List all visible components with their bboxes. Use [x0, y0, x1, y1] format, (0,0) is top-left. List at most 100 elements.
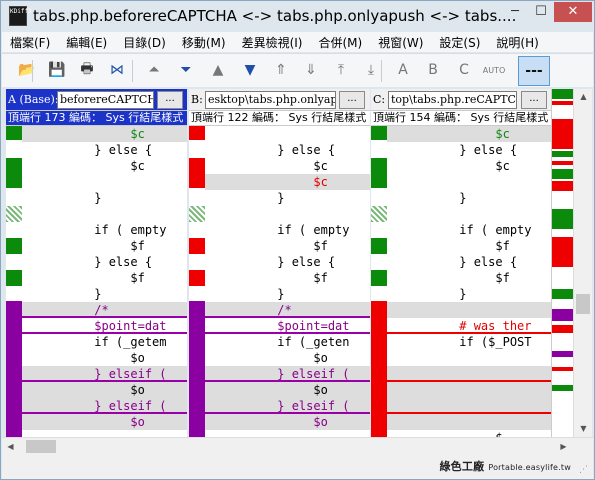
- pane-c-code[interactable]: $c } else { $c } if ( empty $f } else { …: [387, 126, 551, 437]
- open-icon[interactable]: 📂: [15, 58, 39, 82]
- pane-b-browse-button[interactable]: ...: [339, 91, 365, 109]
- pane-b-code[interactable]: } else { $c $c } if ( empty $f } else { …: [205, 126, 370, 437]
- watermark: 綠色工廠 Portable.easylife.tw: [439, 458, 571, 474]
- code-line: if (_getem: [22, 335, 167, 349]
- diff-overview-strip[interactable]: [551, 89, 574, 437]
- scroll-up-arrow-icon[interactable]: ▲: [574, 89, 593, 105]
- overview-marker: [552, 351, 574, 357]
- choose-a-icon[interactable]: A: [391, 58, 415, 82]
- go-prev-conflict-icon[interactable]: ⇑: [269, 58, 293, 82]
- choose-c-icon[interactable]: C: [452, 58, 476, 82]
- code-line: [387, 414, 551, 430]
- overview-marker: [552, 101, 574, 105]
- scroll-down-arrow-icon[interactable]: ▼: [574, 421, 593, 437]
- go-next-conflict-icon[interactable]: ⇓: [299, 58, 323, 82]
- scroll-right-arrow-icon[interactable]: ▶: [555, 438, 572, 455]
- menu-item-5[interactable]: 合併(M): [310, 32, 370, 52]
- vertical-scrollbar[interactable]: ▲ ▼: [573, 89, 592, 437]
- code-line: }: [387, 287, 467, 301]
- kdiff3-app-icon: KDiff3: [9, 6, 32, 26]
- pane-c-status: 頂端行 154 編碼： Sys 行結尾樣式: [371, 111, 551, 126]
- code-line: $c: [205, 174, 370, 190]
- save-icon[interactable]: 💾: [45, 58, 69, 82]
- pane-b-path-field[interactable]: esktop\tabs.php.onlyapush: [205, 91, 336, 109]
- print-icon[interactable]: 🖶: [75, 58, 99, 82]
- show-whitespace-icon[interactable]: ---: [518, 56, 550, 86]
- code-line: }_elseif_(: [205, 398, 370, 414]
- menu-item-4[interactable]: 差異檢視(I): [234, 32, 311, 52]
- code-line: $f: [205, 239, 328, 253]
- auto-advance-icon[interactable]: AUTO: [482, 58, 506, 82]
- code-line: $o: [22, 414, 187, 430]
- code-line: $o: [205, 382, 370, 398]
- code-line: $c: [205, 159, 328, 173]
- diff-marker: [189, 158, 205, 188]
- toolbar: 📂 💾 🖶 ⋈ ⏶ ⏷ ▲ ▼ ⇑ ⇓ ⤒ ⤓ A B C AUTO ---: [2, 53, 593, 87]
- code-line: $c: [22, 126, 187, 142]
- menu-item-0[interactable]: 檔案(F): [2, 32, 58, 52]
- pane-a-path-field[interactable]: beforereCAPTCHA: [57, 91, 154, 109]
- go-last-unsolved-icon[interactable]: ⤓: [359, 58, 383, 82]
- go-first-unsolved-icon[interactable]: ⤒: [329, 58, 353, 82]
- pane-a-browse-button[interactable]: ...: [157, 91, 183, 109]
- menu-item-2[interactable]: 目錄(D): [115, 32, 174, 52]
- pane-c-path-field[interactable]: top\tabs.php.reCAPTCHA: [388, 91, 517, 109]
- pane-c: C: top\tabs.php.reCAPTCHA ... 頂端行 154 編碼…: [371, 89, 551, 437]
- diff-marker: [6, 158, 22, 188]
- close-button[interactable]: ✕: [554, 2, 592, 22]
- menu-item-7[interactable]: 設定(S): [431, 32, 488, 52]
- title-bar: KDiff3 tabs.php.beforereCAPTCHA <-> tabs…: [1, 1, 594, 32]
- choose-b-icon[interactable]: B: [421, 58, 445, 82]
- code-line: $f: [387, 239, 510, 253]
- toolbar-separator: [381, 60, 382, 82]
- code-line: if ( empty: [205, 223, 350, 237]
- pane-a-code[interactable]: $c } else { $c } if ( empty $f } else { …: [22, 126, 187, 437]
- code-line: if ( empty: [22, 223, 167, 237]
- pane-b-status: 頂端行 122 編碼： Sys 行結尾樣式: [189, 111, 370, 126]
- diff-marker: [189, 238, 205, 254]
- horizontal-scroll-thumb[interactable]: [26, 440, 56, 453]
- code-line: $point=dat: [205, 318, 370, 334]
- overview-marker: [552, 237, 574, 267]
- maximize-button[interactable]: ☐: [528, 2, 554, 22]
- code-line: $o: [22, 382, 187, 398]
- go-prev-delta-icon[interactable]: ▲: [206, 58, 230, 82]
- code-line: #_was_ther: [387, 318, 551, 334]
- menu-item-1[interactable]: 編輯(E): [58, 32, 115, 52]
- code-line: /*: [22, 302, 187, 318]
- minimize-button[interactable]: ─: [502, 2, 528, 22]
- diff-marker: [371, 301, 387, 437]
- code-line: }_elseif_(: [205, 366, 370, 382]
- code-line: }: [22, 287, 102, 301]
- bowtie-icon[interactable]: ⋈: [105, 58, 129, 82]
- code-line: }: [205, 191, 285, 205]
- menu-bar: 檔案(F) 編輯(E) 目錄(D) 移動(M) 差異檢視(I) 合併(M) 視窗(W) 設定(…: [2, 32, 593, 52]
- pane-c-browse-button[interactable]: ...: [521, 91, 547, 109]
- toolbar-separator: [32, 60, 33, 82]
- go-top-icon[interactable]: ⏶: [142, 58, 166, 82]
- pane-b-label: B:: [191, 93, 203, 106]
- go-bottom-icon[interactable]: ⏷: [174, 58, 198, 82]
- status-bar: 綠色工廠 Portable.easylife.tw ⋰: [2, 454, 593, 479]
- scroll-left-arrow-icon[interactable]: ◀: [2, 438, 19, 455]
- code-line: if (_geten: [205, 335, 350, 349]
- pane-a-status: 頂端行 173 編碼： Sys 行結尾樣式: [6, 111, 187, 126]
- pane-a: A (Base): beforereCAPTCHA ... 頂端行 173 編碼…: [6, 89, 187, 437]
- menu-item-8[interactable]: 說明(H): [488, 32, 546, 52]
- code-line: $o: [22, 351, 145, 365]
- menu-item-6[interactable]: 視窗(W): [370, 32, 431, 52]
- menu-item-3[interactable]: 移動(M): [174, 32, 234, 52]
- resize-grip-icon[interactable]: ⋰: [579, 465, 591, 477]
- vertical-scroll-thumb[interactable]: [576, 294, 590, 314]
- code-line: $f: [22, 271, 145, 285]
- go-next-delta-icon[interactable]: ▼: [238, 58, 262, 82]
- window-title: tabs.php.beforereCAPTCHA <-> tabs.php.on…: [33, 7, 517, 25]
- overview-marker: [552, 209, 574, 229]
- code-line: }: [22, 191, 102, 205]
- horizontal-scrollbar[interactable]: ◀ ▶: [2, 437, 593, 454]
